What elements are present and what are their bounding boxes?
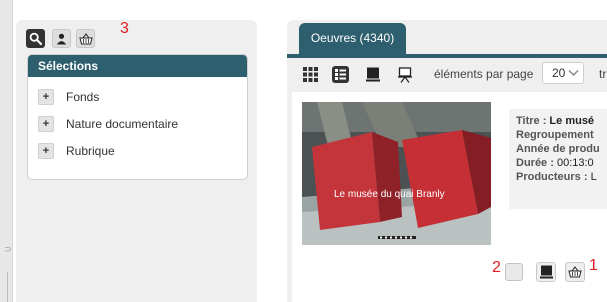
meta-key: Durée :: [516, 157, 554, 169]
meta-duree: Durée : 00:13:0: [509, 156, 607, 170]
per-page-select[interactable]: 20: [542, 62, 584, 84]
meta-key: Regroupement: [516, 129, 594, 141]
annotation-3: 3: [120, 20, 129, 37]
item-metadata: Titre : Le musé Regroupement Année de pr…: [509, 109, 607, 209]
user-icon: [56, 33, 67, 44]
selection-label: Nature documentaire: [66, 117, 179, 131]
document-button[interactable]: [536, 262, 556, 282]
thumbnail-image: [302, 102, 491, 245]
detail-view-button[interactable]: [364, 66, 381, 83]
selections-header: Sélections: [28, 55, 247, 77]
add-to-basket-button[interactable]: [565, 262, 585, 282]
sort-label[interactable]: tr: [599, 67, 606, 81]
tab-underline: [287, 54, 607, 58]
meta-value: 00:13:0: [556, 157, 594, 169]
presentation-view-icon: [397, 66, 412, 83]
chevron-down-icon: [568, 69, 579, 77]
tab-oeuvres[interactable]: Oeuvres (4340): [299, 23, 406, 54]
presentation-view-button[interactable]: [396, 66, 413, 83]
grid-view-button[interactable]: [302, 66, 319, 83]
basket-icon: [568, 266, 582, 278]
result-item: Le musée du quai Branly Titre : Le musé …: [292, 92, 607, 302]
per-page-value: 20: [552, 66, 566, 80]
selection-label: Rubrique: [66, 144, 115, 158]
list-view-icon: [335, 69, 346, 80]
annotation-1: 1: [589, 257, 598, 274]
meta-value: Le musé: [549, 115, 595, 127]
results-panel: Oeuvres (4340) éléments par page 20 tr L…: [287, 20, 607, 302]
per-page-label: éléments par page: [434, 67, 534, 81]
expand-button[interactable]: +: [38, 116, 54, 132]
user-tool-button[interactable]: [52, 29, 71, 48]
search-tool-button[interactable]: [26, 29, 45, 48]
left-edge-scroll-area: ⊃: [0, 0, 13, 302]
basket-tool-button[interactable]: [76, 29, 95, 48]
search-icon: [29, 32, 42, 45]
expand-button[interactable]: +: [38, 89, 54, 105]
edge-glyph: ⊃: [4, 244, 12, 254]
selection-label: Fonds: [66, 90, 100, 104]
meta-key: Producteurs :: [516, 171, 588, 183]
list-view-button[interactable]: [332, 66, 349, 83]
detail-view-icon: [365, 67, 380, 82]
meta-value: L: [590, 171, 597, 183]
thumbnail-caption: Le musée du quai Branly: [334, 189, 445, 200]
meta-producteurs: Producteurs : L: [509, 170, 607, 184]
expand-button[interactable]: +: [38, 143, 54, 159]
video-thumbnail[interactable]: Le musée du quai Branly: [302, 102, 491, 245]
meta-title: Titre : Le musé: [509, 114, 607, 128]
left-panel: 3 Sélections + Fonds + Nature documentai…: [16, 20, 257, 302]
annotation-2: 2: [492, 259, 501, 276]
grid-view-icon: [303, 67, 318, 82]
meta-annee: Année de produ: [509, 142, 607, 156]
selections-panel: Sélections + Fonds + Nature documentaire…: [27, 54, 248, 180]
meta-key: Année de produ: [516, 143, 600, 155]
meta-key: Titre :: [516, 115, 547, 127]
document-icon: [539, 265, 553, 279]
selection-item-rubrique[interactable]: + Rubrique: [38, 142, 115, 160]
basket-icon: [78, 32, 93, 44]
selection-item-nature-documentaire[interactable]: + Nature documentaire: [38, 115, 178, 133]
selection-item-fonds[interactable]: + Fonds: [38, 88, 99, 106]
edge-divider: [7, 272, 8, 302]
meta-regroupement: Regroupement: [509, 128, 607, 142]
select-checkbox[interactable]: [505, 263, 523, 281]
